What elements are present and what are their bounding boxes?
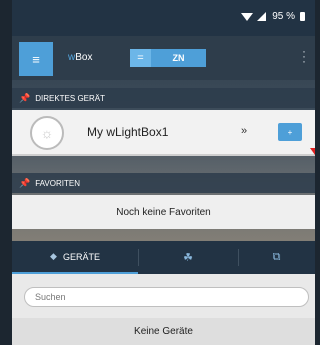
- favorites-empty-message: Noch keine Favoriten: [12, 195, 315, 229]
- overflow-menu-icon[interactable]: · · ·: [302, 45, 306, 67]
- pin-icon: 📌: [19, 177, 31, 188]
- red-arrow-marker: [310, 148, 315, 155]
- groups-icon: ☘: [183, 252, 193, 264]
- direct-device-header: 📌 DIREKTES GERÄT: [12, 88, 315, 108]
- device-name: My wLightBox1: [87, 125, 169, 139]
- search-input[interactable]: [24, 287, 309, 307]
- tab-groups[interactable]: ☘: [138, 241, 238, 274]
- wifi-icon: [241, 12, 254, 21]
- tab-scenes[interactable]: ⧉: [238, 241, 315, 274]
- chevron-right-icon[interactable]: »: [241, 125, 247, 137]
- devices-icon: ◆: [50, 251, 57, 261]
- battery-icon: [300, 12, 305, 21]
- app-title-rest: Box: [75, 52, 93, 63]
- pin-icon: 📌: [19, 92, 31, 103]
- device-tabs: ◆ GERÄTE ☘ ⧉: [12, 241, 315, 274]
- direct-device-title: DIREKTES GERÄT: [35, 93, 106, 103]
- search-bar: [12, 274, 315, 318]
- mode-toggle[interactable]: = ZN: [130, 49, 206, 67]
- signal-icon: [257, 12, 267, 21]
- hamburger-icon: ≡: [32, 51, 40, 67]
- menu-button[interactable]: ≡: [19, 42, 53, 76]
- scenes-icon: ⧉: [272, 251, 281, 263]
- favorites-title: FAVORITEN: [35, 178, 80, 188]
- app-bar: ≡ wBox = ZN · · ·: [12, 36, 315, 80]
- status-bar: 95 %: [12, 0, 315, 36]
- mode-zn-button[interactable]: ZN: [151, 49, 206, 67]
- battery-percent: 95 %: [272, 11, 295, 22]
- list-view-icon[interactable]: =: [130, 49, 151, 67]
- app-screen: 95 % ≡ wBox = ZN · · · 📌 DIREKTES GERÄT ☼ …: [12, 0, 315, 345]
- add-device-button[interactable]: +: [278, 123, 302, 141]
- status-icons: 95 %: [241, 11, 305, 22]
- light-bulb-icon: ☼: [30, 116, 64, 150]
- tab-devices-label: GERÄTE: [62, 251, 100, 262]
- tab-devices[interactable]: ◆ GERÄTE: [12, 241, 138, 274]
- favorites-header: 📌 FAVORITEN: [12, 173, 315, 193]
- devices-empty-message: Keine Geräte: [12, 318, 315, 345]
- app-title: wBox: [68, 52, 92, 63]
- direct-device-card[interactable]: ☼ My wLightBox1 » +: [12, 110, 315, 156]
